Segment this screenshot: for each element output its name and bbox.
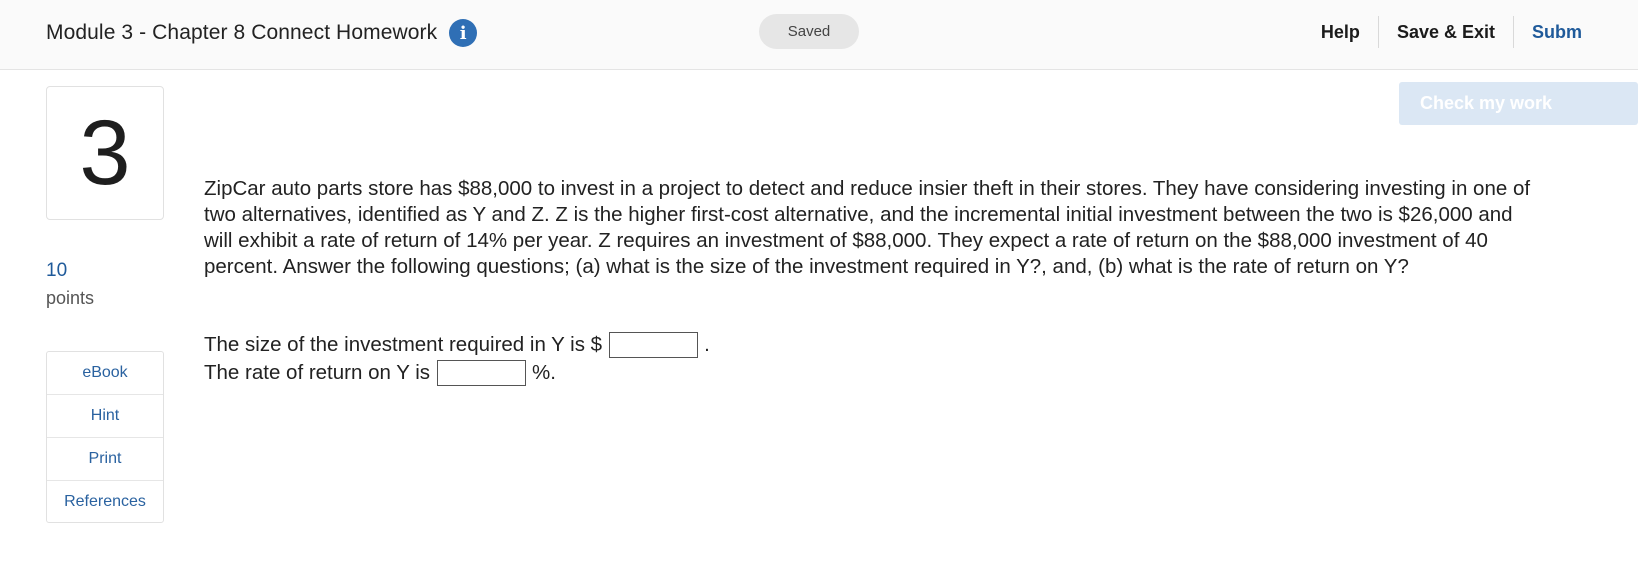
- top-nav: Help Save & Exit Subm: [1303, 14, 1638, 50]
- check-my-work-button[interactable]: Check my work: [1399, 82, 1638, 125]
- submit-button[interactable]: Subm: [1514, 16, 1638, 48]
- answer-suffix-rate: %.: [532, 361, 556, 384]
- rate-of-return-input[interactable]: [437, 360, 527, 386]
- info-icon[interactable]: i: [449, 19, 478, 47]
- references-link[interactable]: References: [47, 481, 163, 522]
- help-button[interactable]: Help: [1303, 16, 1378, 48]
- print-link[interactable]: Print: [47, 438, 163, 481]
- assignment-title: Module 3 - Chapter 8 Connect Homework: [46, 21, 438, 44]
- hint-link[interactable]: Hint: [47, 395, 163, 438]
- investment-input[interactable]: [609, 332, 699, 358]
- points-block: 10 points: [46, 260, 94, 309]
- answer-suffix-investment: .: [704, 333, 710, 356]
- answer-line-investment: The size of the investment required in Y…: [204, 331, 710, 359]
- save-exit-button[interactable]: Save & Exit: [1379, 16, 1513, 48]
- assignment-title-group: Module 3 - Chapter 8 Connect Homework i: [46, 16, 478, 50]
- answer-line-rate: The rate of return on Y is %.: [204, 359, 710, 387]
- saved-status-badge: Saved: [759, 14, 859, 49]
- question-tools: eBook Hint Print References: [46, 351, 164, 523]
- question-number: 3: [79, 102, 131, 204]
- points-value: 10: [46, 260, 68, 281]
- top-bar: Module 3 - Chapter 8 Connect Homework i …: [0, 0, 1638, 70]
- question-text: ZipCar auto parts store has $88,000 to i…: [204, 177, 1531, 278]
- points-label: points: [46, 288, 95, 308]
- answer-prefix-rate: The rate of return on Y is: [204, 361, 431, 384]
- answer-prefix-investment: The size of the investment required in Y…: [204, 333, 603, 356]
- answer-area: The size of the investment required in Y…: [204, 331, 710, 387]
- question-number-card: 3: [46, 86, 164, 220]
- ebook-link[interactable]: eBook: [47, 352, 163, 395]
